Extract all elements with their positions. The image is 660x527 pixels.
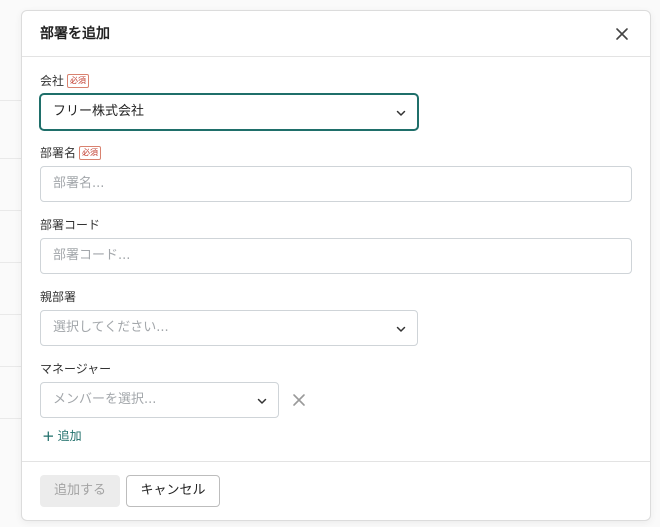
company-label-text: 会社	[40, 74, 65, 88]
add-manager-link[interactable]: + 追加	[42, 427, 82, 444]
manager-label-text: マネージャー	[40, 362, 112, 376]
backdrop-divider	[0, 210, 22, 211]
chevron-down-icon	[257, 398, 267, 404]
dialog-title: 部署を追加	[40, 26, 110, 42]
dialog-header: 部署を追加	[22, 11, 650, 57]
chevron-down-icon	[396, 110, 406, 116]
remove-icon	[293, 394, 305, 406]
company-label: 会社 必須	[40, 73, 90, 89]
department-code-input[interactable]	[53, 239, 631, 272]
department-name-label: 部署名 必須	[40, 145, 102, 161]
backdrop-divider	[0, 366, 22, 367]
parent-department-select[interactable]: 選択してください...	[40, 310, 418, 346]
required-badge: 必須	[79, 146, 102, 160]
backdrop-divider	[0, 314, 22, 315]
company-select[interactable]: フリー株式会社	[40, 94, 418, 130]
submit-button[interactable]: 追加する	[40, 475, 120, 507]
parent-department-label-text: 親部署	[40, 290, 77, 304]
department-code-field-wrapper	[40, 238, 632, 274]
parent-department-placeholder: 選択してください...	[53, 320, 169, 335]
backdrop-divider	[0, 158, 22, 159]
department-code-label-text: 部署コード	[40, 218, 101, 232]
company-select-value: フリー株式会社	[53, 104, 145, 119]
department-name-label-text: 部署名	[40, 146, 77, 160]
department-name-field-wrapper	[40, 166, 632, 202]
cancel-button[interactable]: キャンセル	[126, 475, 220, 507]
add-department-dialog: 部署を追加 会社 必須 フリー株式会社 部署名 必須 部署コード 親部署 選択し…	[21, 10, 651, 521]
plus-icon: +	[42, 426, 55, 445]
manager-placeholder: メンバーを選択...	[53, 392, 157, 407]
parent-department-label: 親部署	[40, 289, 76, 305]
add-manager-label: 追加	[57, 429, 82, 443]
close-button[interactable]	[612, 24, 632, 44]
backdrop-divider	[0, 418, 22, 419]
manager-label: マネージャー	[40, 361, 111, 377]
backdrop-divider	[0, 100, 22, 101]
department-code-label: 部署コード	[40, 217, 100, 233]
dialog-footer: 追加する キャンセル	[22, 461, 650, 520]
close-icon	[616, 28, 628, 40]
chevron-down-icon	[396, 326, 406, 332]
required-badge: 必須	[67, 74, 90, 88]
remove-manager-button[interactable]	[290, 391, 308, 409]
backdrop-divider	[0, 262, 22, 263]
department-name-input[interactable]	[53, 167, 631, 200]
manager-select[interactable]: メンバーを選択...	[40, 382, 279, 418]
